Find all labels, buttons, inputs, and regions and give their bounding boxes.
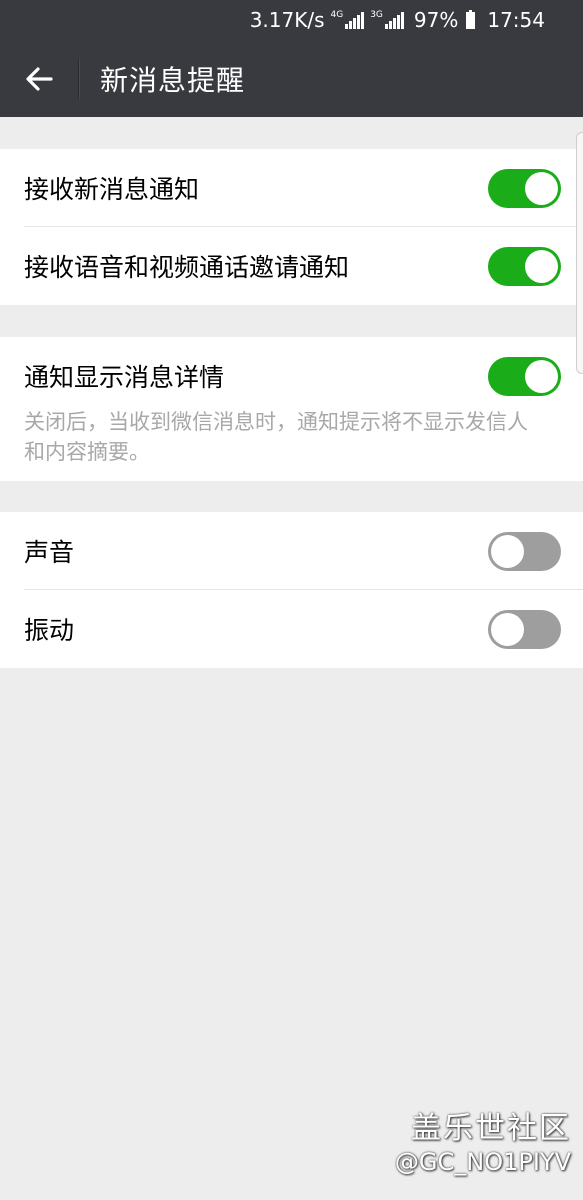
edge-panel-handle[interactable] bbox=[576, 132, 583, 374]
toggle-call-invite-notify[interactable] bbox=[488, 246, 561, 286]
watermark-site: 盖乐世社区 bbox=[411, 1111, 571, 1146]
setting-label: 振动 bbox=[24, 616, 75, 645]
toggle-knob bbox=[525, 359, 558, 393]
settings-group-details: 通知显示消息详情 关闭后，当收到微信消息时，通知提示将不显示发信人和内容摘要。 bbox=[0, 337, 583, 481]
battery-percent: 97% bbox=[413, 8, 459, 32]
setting-label: 接收新消息通知 bbox=[24, 175, 200, 204]
toggle-show-details[interactable] bbox=[488, 356, 561, 396]
toggle-knob bbox=[491, 612, 524, 646]
signal-icon-2: 3G bbox=[370, 11, 404, 29]
watermark-user: @GC_NO1PIYV bbox=[394, 1148, 571, 1176]
setting-row-call-invite-notify[interactable]: 接收语音和视频通话邀请通知 bbox=[0, 227, 583, 305]
title-bar: 新消息提醒 bbox=[0, 40, 583, 117]
title-divider bbox=[78, 58, 80, 99]
setting-label: 声音 bbox=[24, 538, 75, 567]
signal-icon-1: 4G bbox=[331, 11, 365, 29]
toggle-knob bbox=[525, 249, 558, 283]
setting-description: 关闭后，当收到微信消息时，通知提示将不显示发信人和内容摘要。 bbox=[24, 410, 528, 464]
settings-group-notifications: 接收新消息通知 接收语音和视频通话邀请通知 bbox=[0, 149, 583, 305]
setting-row-receive-new-messages[interactable]: 接收新消息通知 bbox=[0, 149, 583, 227]
setting-row-show-details[interactable]: 通知显示消息详情 bbox=[0, 337, 583, 415]
page-title: 新消息提醒 bbox=[100, 63, 246, 97]
back-button[interactable] bbox=[0, 40, 78, 117]
setting-label: 接收语音和视频通话邀请通知 bbox=[24, 253, 350, 282]
battery-icon bbox=[466, 9, 476, 29]
toggle-knob bbox=[525, 171, 558, 205]
status-bar: 3.17K/s 4G 3G 97% 17:54 bbox=[0, 0, 583, 40]
back-arrow-icon bbox=[26, 66, 53, 91]
setting-row-vibrate[interactable]: 振动 bbox=[0, 590, 583, 668]
settings-group-alerts: 声音 振动 bbox=[0, 512, 583, 668]
toggle-knob bbox=[491, 534, 524, 568]
toggle-receive-new-messages[interactable] bbox=[488, 168, 561, 208]
setting-row-sound[interactable]: 声音 bbox=[0, 512, 583, 590]
clock: 17:54 bbox=[487, 8, 545, 32]
toggle-sound[interactable] bbox=[488, 531, 561, 571]
network-speed: 3.17K/s bbox=[249, 8, 325, 32]
setting-label: 通知显示消息详情 bbox=[24, 363, 225, 392]
toggle-vibrate[interactable] bbox=[488, 609, 561, 649]
